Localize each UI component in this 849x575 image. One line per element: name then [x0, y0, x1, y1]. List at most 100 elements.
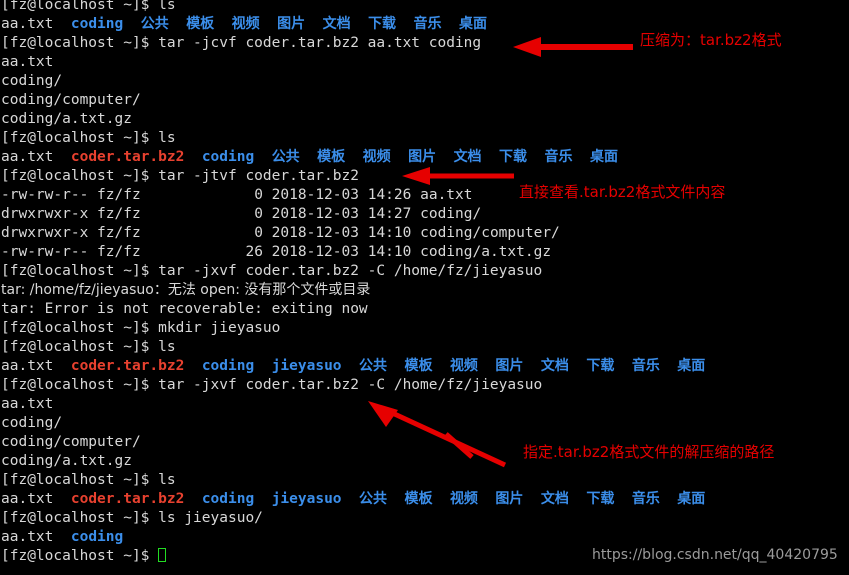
- dir-tupian: 图片: [495, 491, 524, 507]
- dir-wendang: 文档: [322, 16, 351, 32]
- output-aa-txt: aa.txt: [1, 396, 54, 412]
- shell-prompt: [fz@localhost ~]$: [1, 0, 159, 13]
- shell-prompt: [fz@localhost ~]$: [1, 510, 159, 526]
- tar-time: 14:10: [367, 225, 412, 241]
- shell-prompt: [fz@localhost ~]$: [1, 130, 159, 146]
- tar-size: 26: [245, 244, 263, 260]
- tar-name: coding/a.txt.gz: [420, 244, 552, 260]
- tar-date: 2018-12-03: [271, 244, 359, 260]
- terminal-line: tar: Error is not recoverable: exiting n…: [1, 300, 849, 319]
- tar-listing-row: drwxrwxr-x fz/fz 0 2018-12-03 14:10 codi…: [1, 224, 849, 243]
- terminal-line: [fz@localhost ~]$ ls: [1, 338, 849, 357]
- terminal-line: aa.txt coding: [1, 528, 849, 547]
- output-coding-computer: coding/computer/: [1, 92, 141, 108]
- tar-listing-row: -rw-rw-r-- fz/fz 26 2018-12-03 14:10 cod…: [1, 243, 849, 262]
- dir-tupian: 图片: [408, 149, 437, 165]
- shell-prompt: [fz@localhost ~]$: [1, 168, 159, 184]
- file-archive: coder.tar.bz2: [70, 149, 185, 165]
- shell-prompt: [fz@localhost ~]$: [1, 263, 159, 279]
- tar-perms: -rw-rw-r--: [1, 187, 89, 203]
- dir-coding: coding: [201, 491, 255, 507]
- file-aa-txt: aa.txt: [1, 149, 54, 165]
- terminal-line: aa.txt: [1, 53, 849, 72]
- error-not-recoverable: tar: Error is not recoverable: exiting n…: [1, 301, 368, 317]
- terminal-line: [fz@localhost ~]$ ls: [1, 471, 849, 490]
- dir-yinyue: 音乐: [413, 16, 442, 32]
- dir-gonggong: 公共: [140, 16, 169, 32]
- output-coding-atxtgz: coding/a.txt.gz: [1, 453, 132, 469]
- tar-time: 14:27: [367, 206, 412, 222]
- terminal-line: [fz@localhost ~]$ ls: [1, 0, 849, 15]
- tar-date: 2018-12-03: [271, 187, 359, 203]
- output-coding-computer: coding/computer/: [1, 434, 141, 450]
- tar-name: coding/computer/: [420, 225, 560, 241]
- file-aa-txt: aa.txt: [1, 529, 54, 545]
- terminal-line: aa.txt coder.tar.bz2 coding jieyasuo 公共 …: [1, 357, 849, 376]
- annotation-path: 指定.tar.bz2格式文件的解压缩的路径: [523, 443, 775, 461]
- dir-coding: coding: [201, 149, 255, 165]
- dir-coding: coding: [70, 16, 124, 32]
- arrow-stroke-upper: [444, 432, 474, 459]
- terminal-line: coding/: [1, 72, 849, 91]
- shell-prompt: [fz@localhost ~]$: [1, 339, 159, 355]
- shell-prompt: [fz@localhost ~]$: [1, 320, 159, 336]
- tar-listing-row: drwxrwxr-x fz/fz 0 2018-12-03 14:27 codi…: [1, 205, 849, 224]
- command-tar-create: tar -jcvf coder.tar.bz2 aa.txt coding: [158, 35, 482, 51]
- dir-wendang: 文档: [453, 149, 482, 165]
- output-coding-dir: coding/: [1, 73, 63, 89]
- dir-gonggong: 公共: [359, 358, 387, 374]
- command-tar-list: tar -jtvf coder.tar.bz2: [158, 168, 359, 184]
- command-ls-jieyasuo: ls jieyasuo/: [158, 510, 263, 526]
- dir-zhuomian: 桌面: [677, 491, 706, 507]
- tar-name: aa.txt: [420, 187, 473, 203]
- dir-gonggong: 公共: [271, 149, 300, 165]
- tar-size: 0: [254, 187, 263, 203]
- dir-jieyasuo: jieyasuo: [271, 491, 342, 507]
- terminal-line: coding/computer/: [1, 91, 849, 110]
- terminal-output[interactable]: [fz@localhost ~]$ ls aa.txt coding 公共 模板…: [0, 0, 849, 566]
- tar-owner: fz/fz: [97, 206, 141, 222]
- shell-prompt: [fz@localhost ~]$: [1, 377, 159, 393]
- command-ls: ls: [158, 0, 176, 13]
- shell-prompt: [fz@localhost ~]$: [1, 472, 159, 488]
- command-tar-extract-fail: tar -jxvf coder.tar.bz2 -C /home/fz/jiey…: [158, 263, 543, 279]
- text-cursor[interactable]: [158, 548, 167, 562]
- dir-yinyue: 音乐: [544, 149, 573, 165]
- tar-time: 14:26: [367, 187, 412, 203]
- tar-date: 2018-12-03: [271, 225, 359, 241]
- command-ls: ls: [158, 339, 176, 355]
- command-tar-extract-ok: tar -jxvf coder.tar.bz2 -C /home/fz/jiey…: [158, 377, 543, 393]
